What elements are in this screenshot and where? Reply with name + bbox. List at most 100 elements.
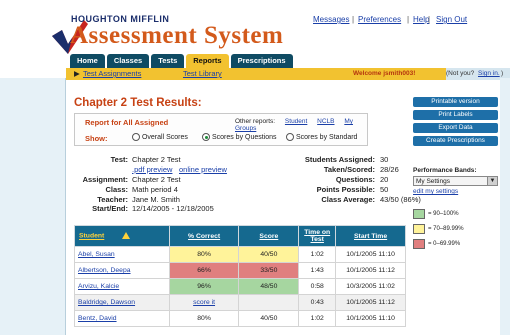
radio-scores-by-questions[interactable] [202,133,210,141]
start-time-cell: 10/1/2005 11:10 [335,310,406,327]
right-margin [500,78,510,335]
tab-reports[interactable]: Reports [186,54,229,68]
edit-settings-link[interactable]: edit my settings [413,188,498,195]
swatch-red [413,239,425,249]
class-average-label: Class Average: [321,195,375,204]
student-link[interactable]: Bentz, David [78,315,117,322]
radio-scores-by-standard[interactable] [286,133,294,141]
table-row: Abel, Susan 80% 40/50 1:02 10/1/2005 11:… [74,246,406,263]
help-link[interactable]: Help [413,15,429,24]
create-prescriptions-button[interactable]: Create Prescriptions [413,136,498,146]
nclb-report-link[interactable]: NCLB [317,118,334,125]
band-label: = 0–69.99% [428,241,461,247]
start-end-label: Start/End: [92,204,128,213]
percent-correct-cell: 80% [168,310,240,327]
sign-out-link[interactable]: Sign Out [436,15,467,24]
tab-tests[interactable]: Tests [151,54,185,68]
start-time-cell: 10/3/2005 11:02 [335,278,406,295]
student-name[interactable]: Baldridge, Dawson [74,294,170,311]
time-cell: 1:43 [298,262,337,279]
teacher-label: Teacher: [97,195,128,204]
start-time-header[interactable]: Start Time [335,225,406,247]
brand-title: Assessment System [70,22,284,49]
score-header[interactable]: Score [238,225,300,247]
print-labels-button[interactable]: Print Labels [413,110,498,120]
student-name[interactable]: Albertson, Deepa [74,262,170,279]
questions-value: 20 [380,175,389,184]
tab-prescriptions[interactable]: Prescriptions [230,54,293,68]
separator: | [352,15,355,24]
dropdown-arrow-icon[interactable]: ▼ [487,177,497,185]
not-you-text: (Not you? [446,70,475,77]
points-possible-label: Points Possible: [316,185,375,194]
time-cell: 0:43 [298,294,337,311]
percent-correct-cell: 66% [168,262,240,279]
left-margin [0,78,66,335]
show-label: Show: [85,134,108,143]
main-tabs: Home Classes Tests Reports Prescriptions [70,54,293,68]
band-legend-high: = 90–100% [413,209,498,219]
test-value: Chapter 2 Test [132,155,181,164]
performance-bands-select[interactable]: My Settings ▼ [413,176,498,186]
pdf-preview-link[interactable]: .pdf preview [132,165,172,174]
play-arrow-icon: ▶ [74,69,80,78]
swatch-green [413,209,425,219]
report-options-box: Report for All Assigned Other reports: S… [74,113,368,146]
student-link[interactable]: Baldridge, Dawson [78,299,135,306]
results-table: Student % Correct Score Time on Test Sta… [74,225,406,327]
students-assigned-value: 30 [380,155,389,164]
student-name[interactable]: Bentz, David [74,310,170,327]
band-legend-low: = 0–69.99% [413,239,498,249]
overall-scores-option[interactable]: Overall Scores [132,133,188,141]
score-cell: 40/50 [238,246,300,263]
not-you-close: ) [501,70,504,77]
student-link[interactable]: Albertson, Deepa [78,267,131,274]
performance-bands-title: Performance Bands: [413,167,477,174]
sign-in-link[interactable]: Sign in. [478,70,500,77]
student-link[interactable]: Abel, Susan [78,251,115,258]
table-row: Arvizu, Kalcie 96% 48/50 0:58 10/3/2005 … [74,278,406,295]
student-name[interactable]: Abel, Susan [74,246,170,263]
score-cell: 33/50 [238,262,300,279]
radio-overall-scores[interactable] [132,133,140,141]
questions-label: Questions: [335,175,375,184]
points-possible-value: 50 [380,185,389,194]
time-cell: 1:02 [298,310,337,327]
time-on-test-header[interactable]: Time on Test [298,225,337,247]
table-header-row: Student % Correct Score Time on Test Sta… [74,225,406,247]
other-reports-label: Other reports: [235,118,276,125]
scores-by-standard-label: Scores by Standard [295,133,358,141]
test-assignments-link[interactable]: Test Assignments [83,69,141,78]
scores-by-questions-option[interactable]: Scores by Questions [202,133,277,141]
page-title: Chapter 2 Test Results: [74,97,202,109]
test-label: Test: [110,155,128,164]
score-cell [238,294,300,311]
sort-ascending-icon[interactable] [122,232,131,240]
preferences-link[interactable]: Preferences [358,15,401,24]
percent-correct-cell: 96% [168,278,240,295]
online-preview-link[interactable]: online preview [179,165,227,174]
students-assigned-label: Students Assigned: [304,155,375,164]
taken-scored-value: 28/26 [380,165,399,174]
assignment-label: Assignment: [82,175,128,184]
class-label: Class: [105,185,128,194]
percent-correct-cell[interactable]: score it [168,294,240,311]
start-time-cell: 10/1/2005 11:12 [335,262,406,279]
tab-classes[interactable]: Classes [106,54,150,68]
test-library-link[interactable]: Test Library [183,69,222,78]
messages-link[interactable]: Messages [313,15,349,24]
student-report-link[interactable]: Student [285,118,307,125]
score-cell: 48/50 [238,278,300,295]
scores-by-standard-option[interactable]: Scores by Standard [286,133,357,141]
printable-version-button[interactable]: Printable version [413,97,498,107]
score-it-link[interactable]: score it [193,299,215,306]
student-link[interactable]: Arvizu, Kalcie [78,283,119,290]
taken-scored-label: Taken/Scored: [323,165,375,174]
percent-correct-header[interactable]: % Correct [168,225,240,247]
export-data-button[interactable]: Export Data [413,123,498,133]
sub-navigation: ▶ Test Assignments Test Library Welcome … [66,68,446,80]
student-column-header[interactable]: Student [74,225,170,247]
tab-home[interactable]: Home [70,54,105,68]
start-end-value: 12/14/2005 - 12/18/2005 [132,204,214,213]
student-name[interactable]: Arvizu, Kalcie [74,278,170,295]
